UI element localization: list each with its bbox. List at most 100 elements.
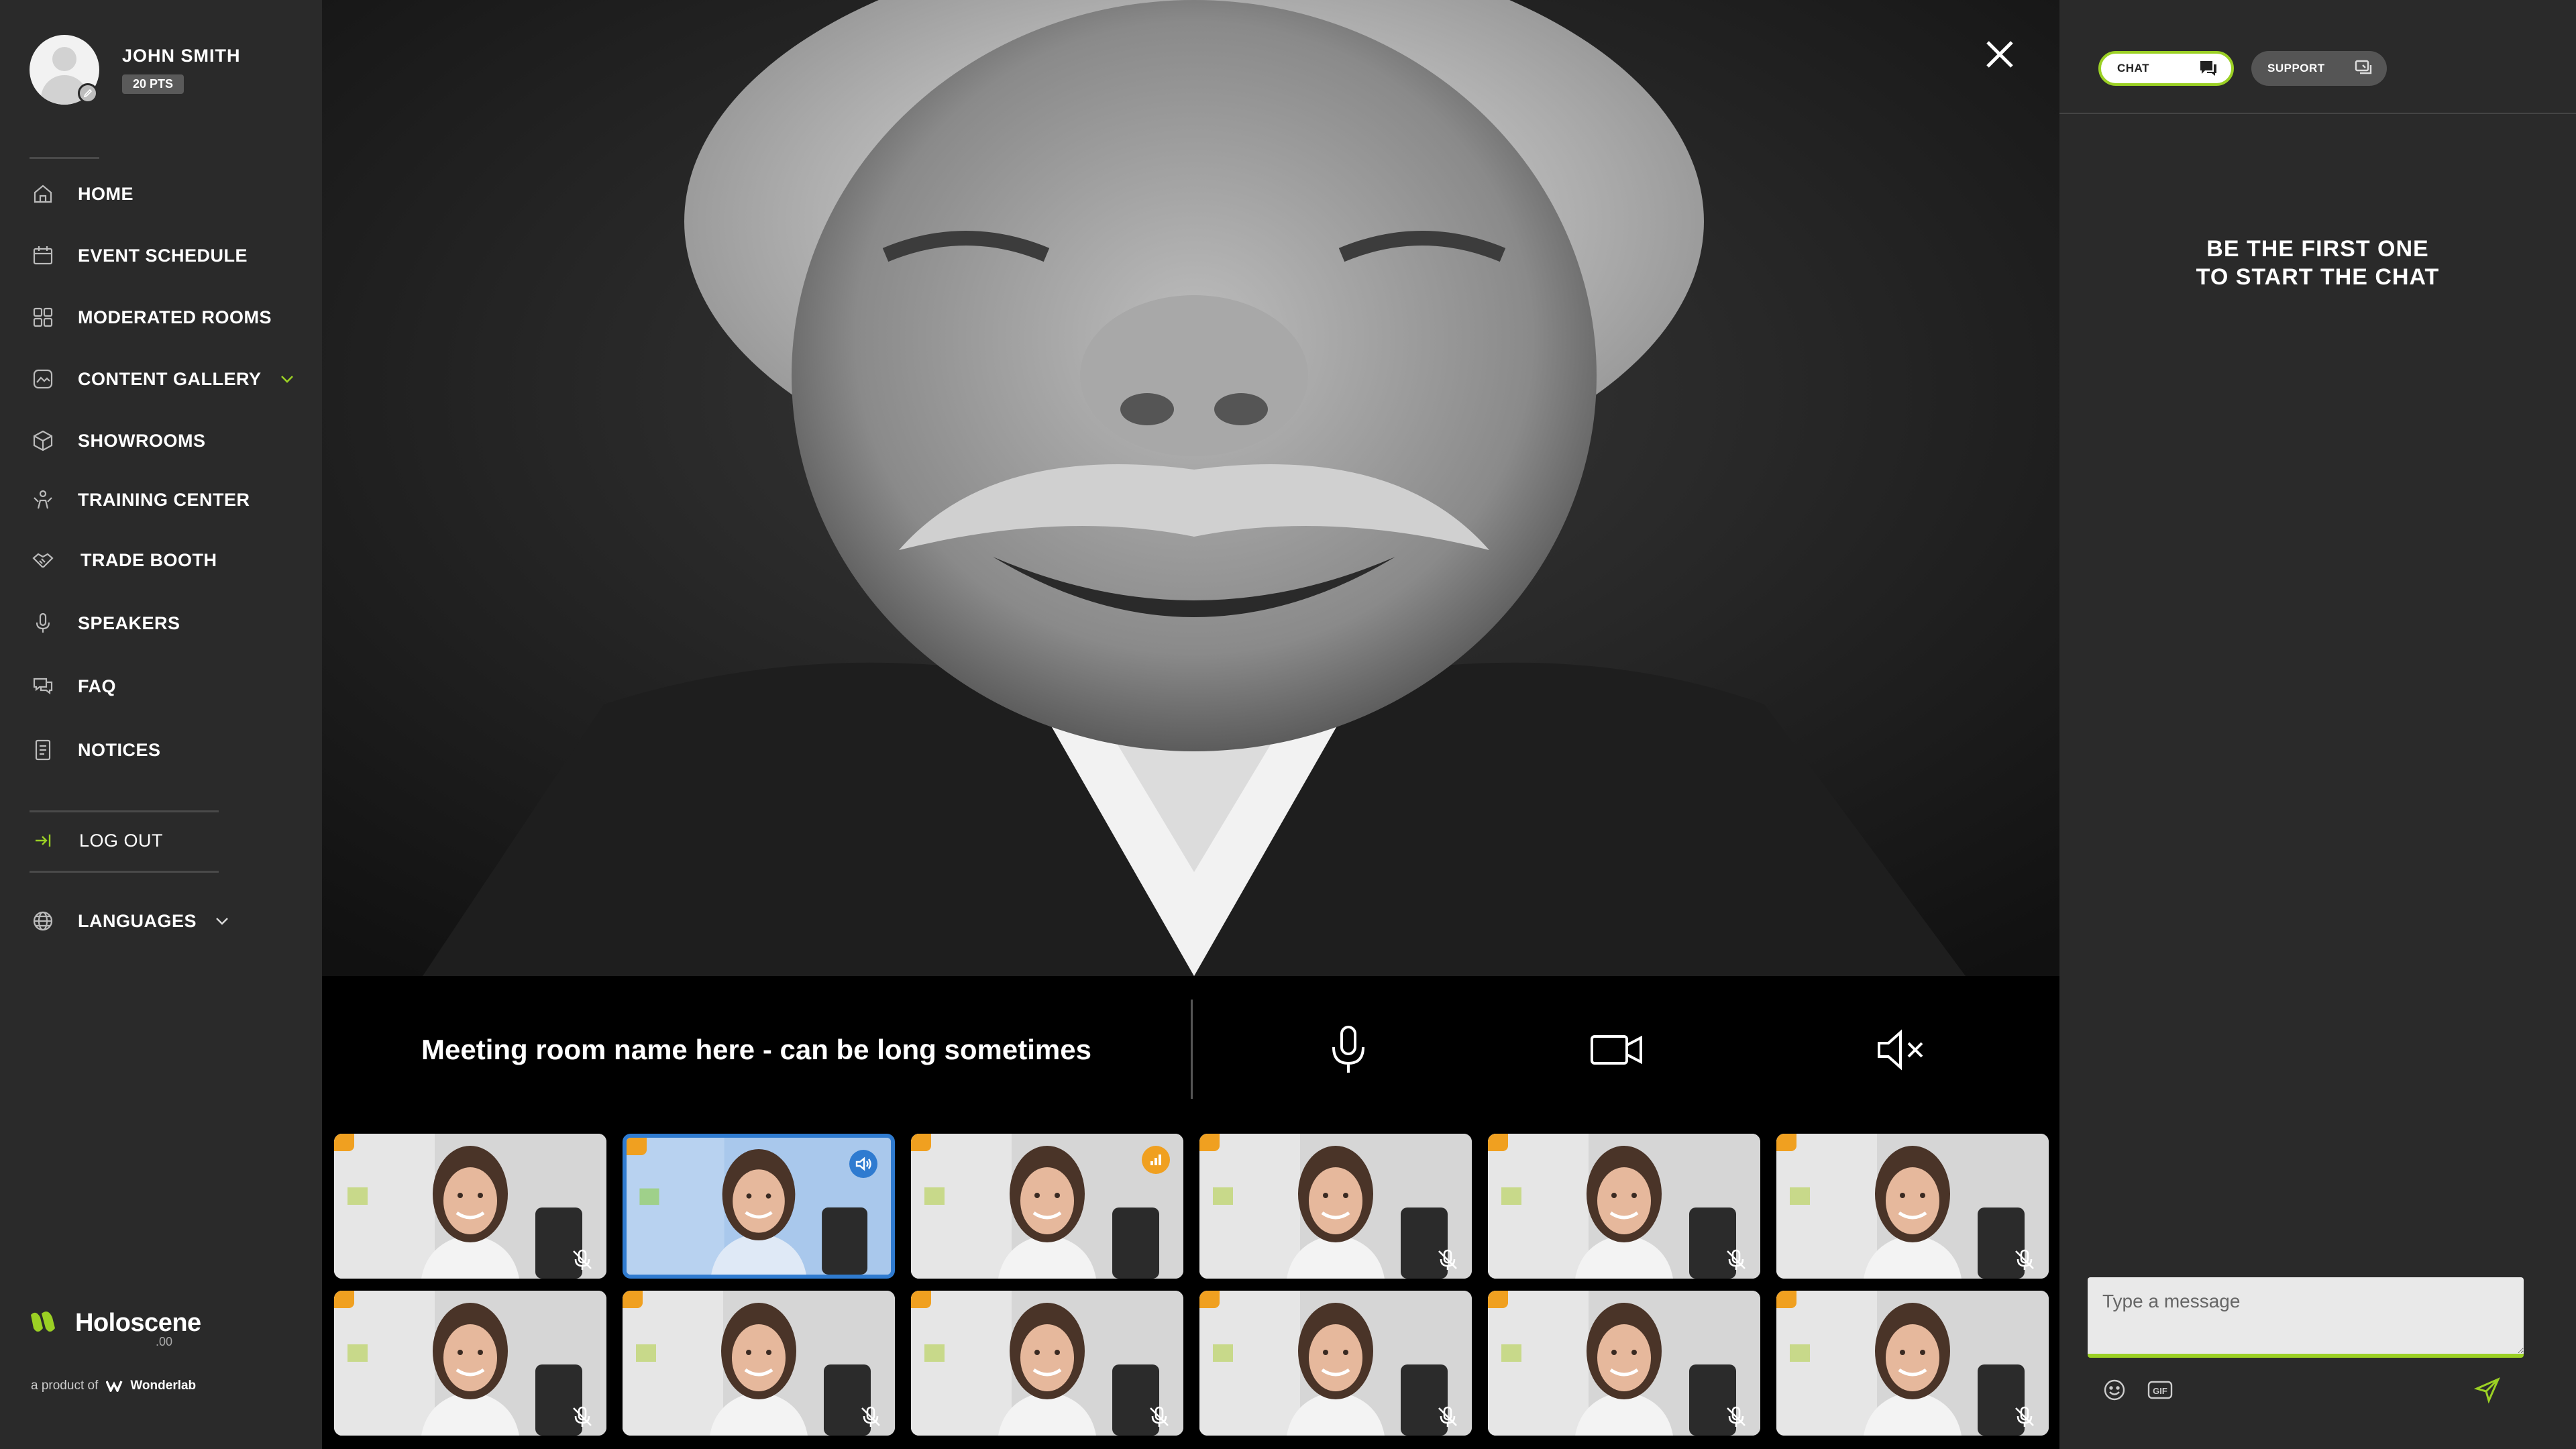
brand-logo: Holoscene .00 xyxy=(30,1308,201,1349)
nav-content-gallery[interactable]: CONTENT GALLERY xyxy=(30,362,297,396)
product-credit: a product of Wonderlab xyxy=(31,1379,197,1393)
participant-video xyxy=(623,1291,895,1436)
holoscene-logo-icon xyxy=(31,1311,55,1332)
microphone-muted-icon xyxy=(2015,1249,2034,1270)
user-name: JOHN SMITH xyxy=(122,46,241,66)
user-profile[interactable]: JOHN SMITH 20 PTS xyxy=(30,35,241,105)
participant-tile[interactable] xyxy=(1776,1291,2049,1436)
microphone-muted-icon xyxy=(1727,1406,1746,1427)
chat-bubbles-icon xyxy=(30,673,56,700)
participant-tile[interactable] xyxy=(623,1134,895,1279)
languages-selector[interactable]: LANGUAGES xyxy=(30,904,231,938)
chevron-down-icon[interactable] xyxy=(213,912,231,930)
handshake-icon xyxy=(30,547,56,574)
participant-video xyxy=(1488,1134,1760,1279)
sidebar: JOHN SMITH 20 PTS HOME EVENT SCHEDULE MO… xyxy=(0,0,322,1449)
participant-flag-icon xyxy=(334,1134,354,1151)
speaking-indicator-icon xyxy=(849,1150,877,1178)
gif-button[interactable]: GIF xyxy=(2147,1377,2174,1403)
speaker-video-frame xyxy=(322,0,2059,976)
participant-flag-icon xyxy=(1776,1291,1796,1308)
meeting-controls: Meeting room name here - can be long som… xyxy=(322,976,2059,1124)
wonderlab-logo-icon xyxy=(106,1381,123,1392)
microphone-toggle-button[interactable] xyxy=(1315,1016,1382,1083)
participant-video xyxy=(911,1291,1183,1436)
nav-training-center[interactable]: TRAINING CENTER xyxy=(30,483,250,517)
tab-support[interactable]: SUPPORT xyxy=(2251,51,2387,86)
chevron-down-icon[interactable] xyxy=(278,370,297,388)
participant-tile[interactable] xyxy=(1199,1134,1472,1279)
send-icon xyxy=(2474,1377,2500,1403)
speaker-muted-icon xyxy=(1878,1029,1923,1071)
microphone-muted-icon xyxy=(1438,1249,1457,1270)
participant-grid xyxy=(322,1124,2059,1449)
microphone-muted-icon xyxy=(1150,1406,1169,1427)
close-icon xyxy=(1986,41,2013,68)
divider xyxy=(30,157,99,159)
participant-flag-icon xyxy=(623,1291,643,1308)
svg-text:GIF: GIF xyxy=(2153,1386,2167,1396)
nav-notices[interactable]: NOTICES xyxy=(30,733,161,767)
divider xyxy=(1191,1000,1193,1099)
participant-flag-icon xyxy=(911,1134,931,1151)
close-video-button[interactable] xyxy=(1978,32,2022,76)
nav-trade-booth[interactable]: TRADE BOOTH xyxy=(30,543,217,577)
microphone-muted-icon xyxy=(861,1406,880,1427)
home-icon xyxy=(30,180,56,207)
participant-tile[interactable] xyxy=(911,1291,1183,1436)
gallery-icon xyxy=(30,366,56,392)
chat-empty-message: BE THE FIRST ONE TO START THE CHAT xyxy=(2196,236,2440,290)
emoji-button[interactable] xyxy=(2101,1377,2128,1403)
participant-video xyxy=(1199,1134,1472,1279)
nav-event-schedule[interactable]: EVENT SCHEDULE xyxy=(30,239,248,272)
logout-button[interactable]: LOG OUT xyxy=(30,824,163,857)
camera-toggle-button[interactable] xyxy=(1583,1016,1650,1083)
divider xyxy=(2059,113,2576,114)
participant-video xyxy=(334,1291,606,1436)
microphone-icon xyxy=(30,610,56,637)
microphone-muted-icon xyxy=(1438,1406,1457,1427)
message-input[interactable] xyxy=(2088,1277,2524,1358)
participant-tile[interactable] xyxy=(1199,1291,1472,1436)
participant-flag-icon xyxy=(1488,1291,1508,1308)
participant-video xyxy=(334,1134,606,1279)
participant-tile[interactable] xyxy=(1776,1134,2049,1279)
participant-flag-icon xyxy=(1776,1134,1796,1151)
signal-strength-icon xyxy=(1142,1146,1170,1174)
participant-flag-icon xyxy=(1199,1134,1220,1151)
emoji-icon xyxy=(2104,1379,2125,1401)
participant-tile[interactable] xyxy=(911,1134,1183,1279)
globe-icon xyxy=(30,908,56,934)
speaker-mute-button[interactable] xyxy=(1867,1016,1934,1083)
participant-tile[interactable] xyxy=(623,1291,895,1436)
calendar-icon xyxy=(30,242,56,269)
points-badge: 20 PTS xyxy=(122,74,184,94)
participant-tile[interactable] xyxy=(1488,1134,1760,1279)
microphone-muted-icon xyxy=(1727,1249,1746,1270)
divider xyxy=(30,810,219,812)
divider xyxy=(30,871,219,873)
participant-tile[interactable] xyxy=(334,1291,606,1436)
participant-flag-icon xyxy=(627,1138,647,1155)
logout-icon xyxy=(30,827,56,854)
microphone-muted-icon xyxy=(2015,1406,2034,1427)
chat-panel: CHAT SUPPORT BE THE FIRST ONE TO START T… xyxy=(2059,0,2576,1449)
document-icon xyxy=(30,737,56,763)
nav-speakers[interactable]: SPEAKERS xyxy=(30,606,180,640)
nav-showrooms[interactable]: SHOWROOMS xyxy=(30,424,206,458)
microphone-muted-icon xyxy=(573,1249,592,1270)
microphone-icon xyxy=(1332,1026,1364,1073)
participant-tile[interactable] xyxy=(334,1134,606,1279)
edit-avatar-icon[interactable] xyxy=(78,83,98,103)
nav-moderated-rooms[interactable]: MODERATED ROOMS xyxy=(30,301,272,334)
send-button[interactable] xyxy=(2474,1377,2501,1403)
participant-flag-icon xyxy=(1199,1291,1220,1308)
chat-icon xyxy=(2200,61,2216,76)
tab-chat[interactable]: CHAT xyxy=(2098,51,2234,86)
participant-video xyxy=(1776,1291,2049,1436)
training-icon xyxy=(30,486,56,513)
nav-faq[interactable]: FAQ xyxy=(30,669,116,703)
support-icon xyxy=(2355,60,2372,74)
nav-home[interactable]: HOME xyxy=(30,177,133,211)
participant-tile[interactable] xyxy=(1488,1291,1760,1436)
